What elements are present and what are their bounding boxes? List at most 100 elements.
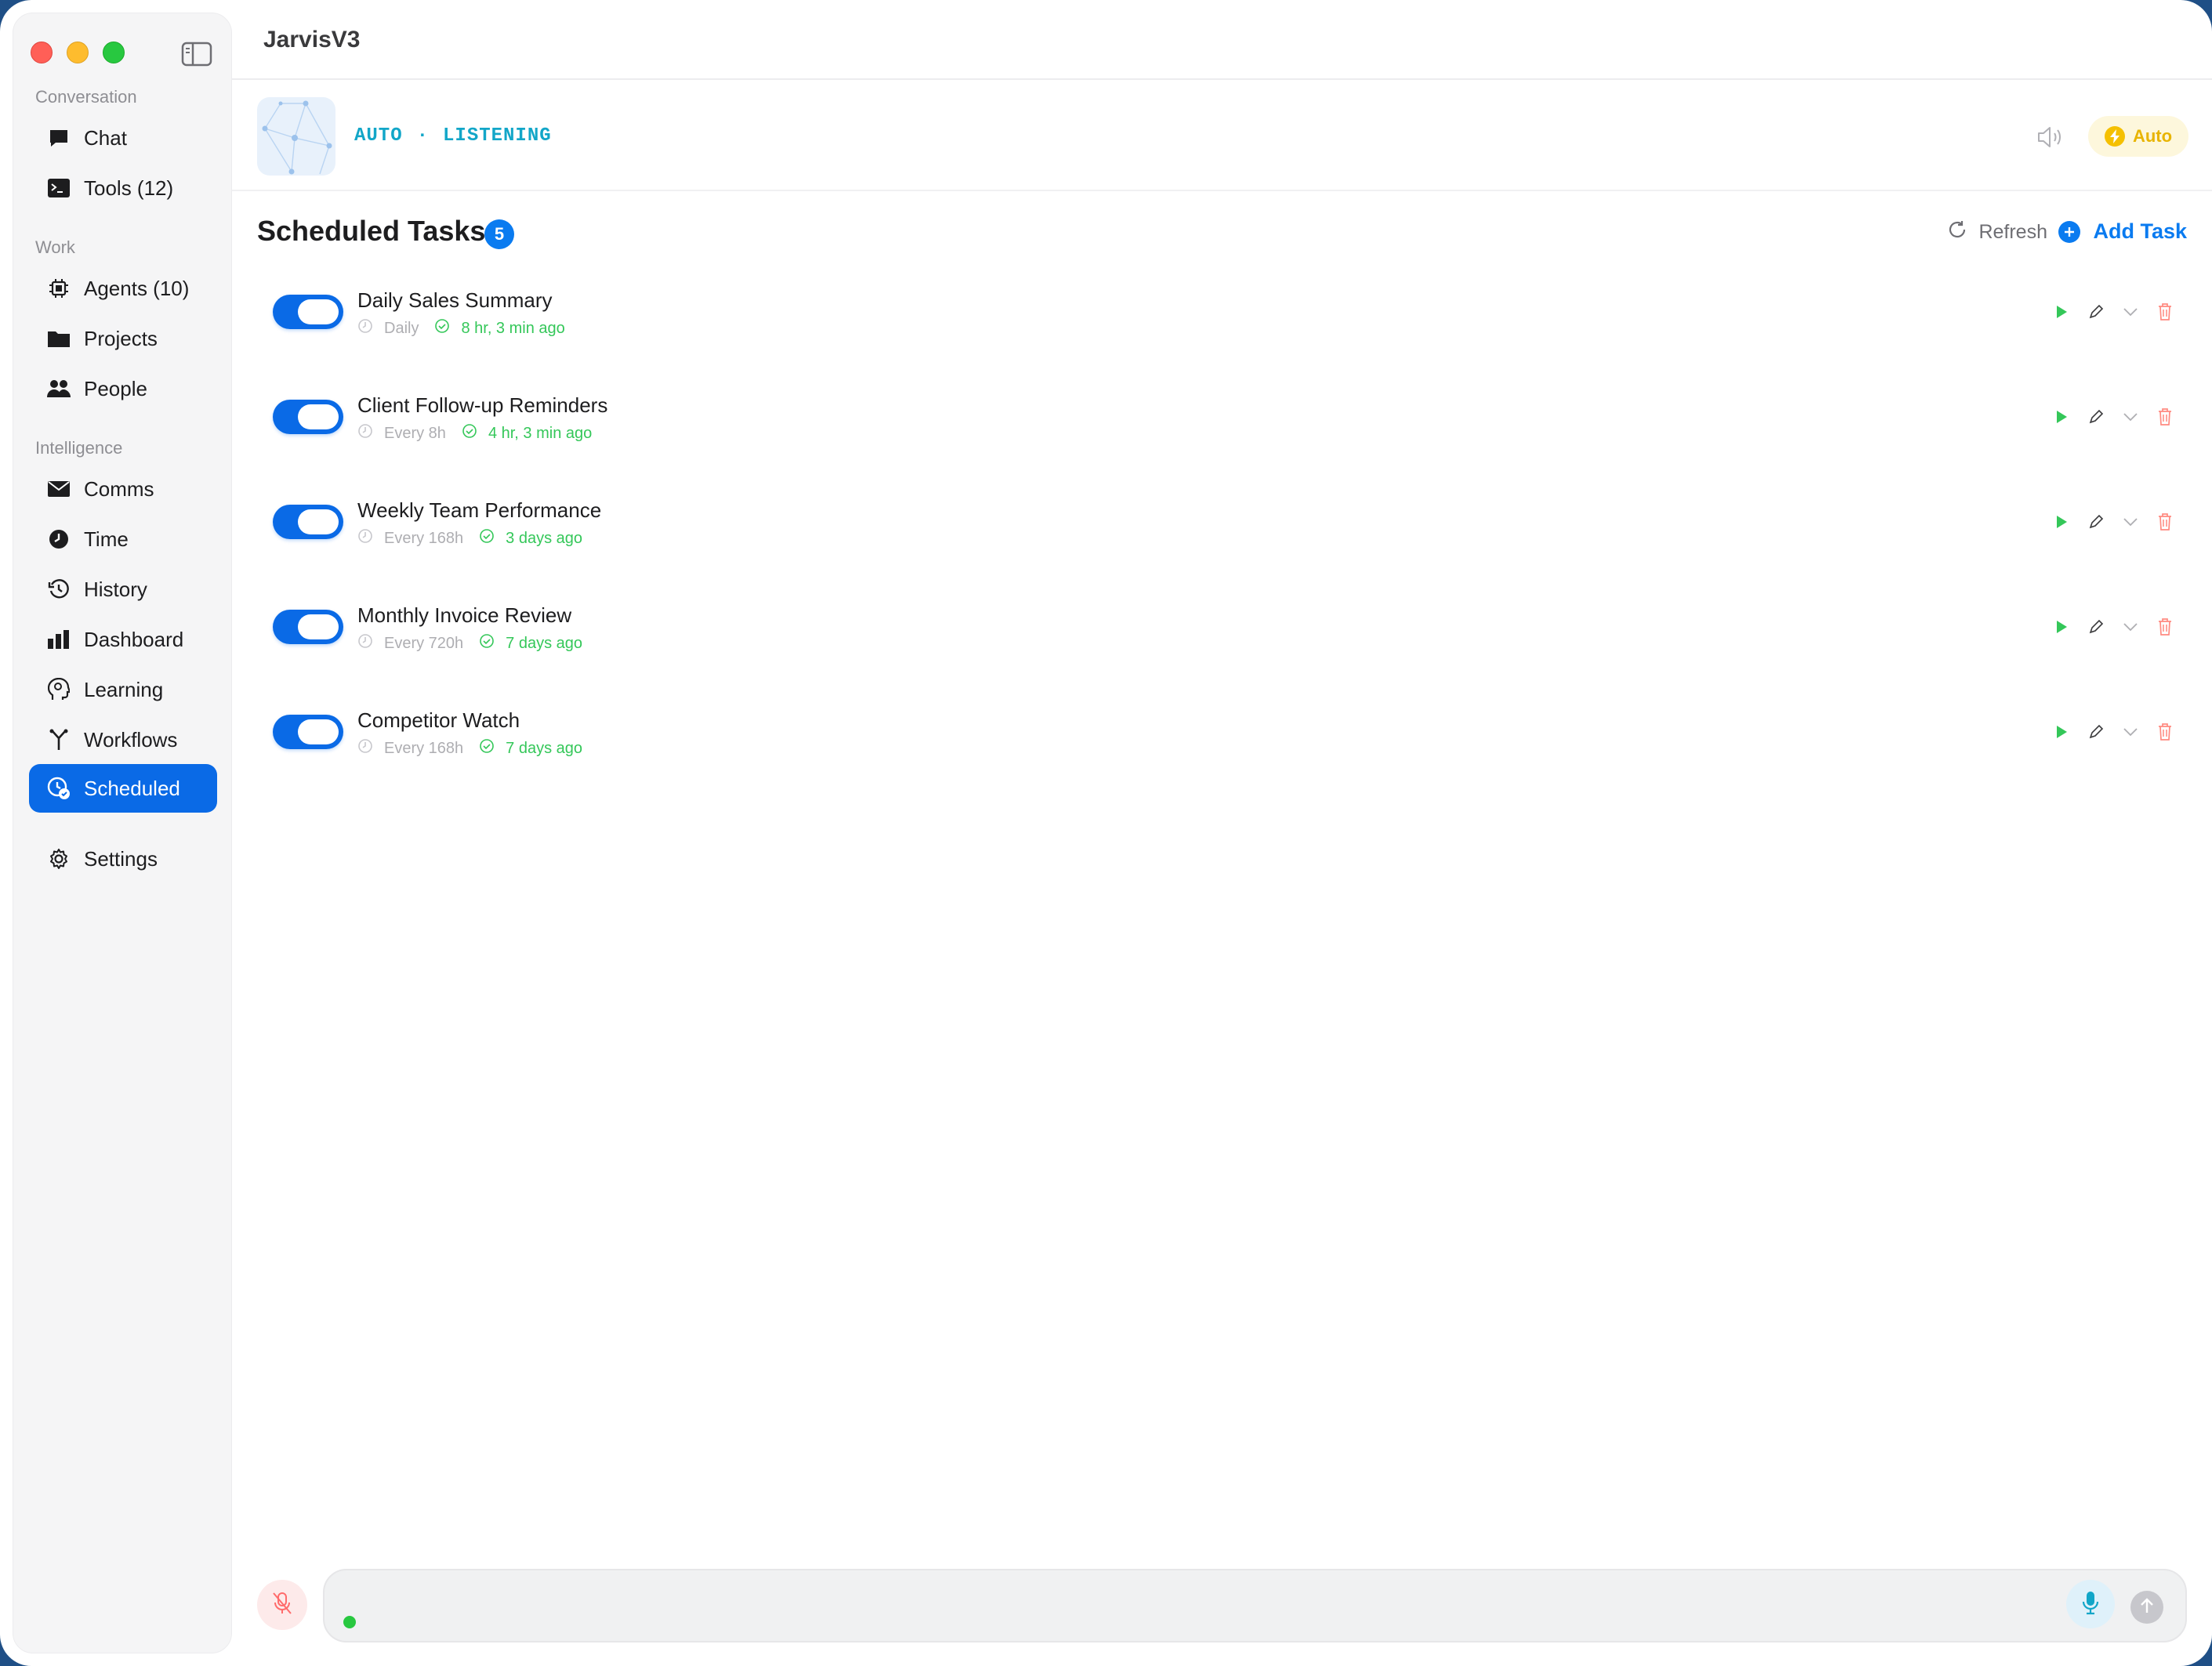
sidebar-item-workflows[interactable]: Workflows — [29, 715, 217, 764]
task-name: Daily Sales Summary — [357, 288, 553, 312]
task-meta: Every 720h 7 days ago — [357, 633, 582, 654]
sidebar-item-settings[interactable]: Settings — [29, 835, 217, 883]
sidebar-item-scheduled[interactable]: Scheduled — [29, 764, 217, 813]
assistant-avatar — [257, 97, 335, 176]
edit-pencil-icon[interactable] — [2088, 512, 2104, 531]
listening-label: LISTENING — [443, 125, 552, 147]
task-enabled-toggle[interactable] — [273, 295, 343, 329]
sidebar-item-tools[interactable]: Tools (12) — [29, 164, 217, 212]
task-frequency: Every 720h — [384, 634, 464, 652]
task-last-run: 4 hr, 3 min ago — [488, 424, 593, 442]
people-icon — [46, 376, 71, 401]
titlebar: JarvisV3 — [232, 0, 2212, 80]
chevron-down-icon[interactable] — [2123, 723, 2138, 741]
task-last-run: 7 days ago — [506, 634, 583, 652]
minimize-window-button[interactable] — [67, 42, 89, 63]
trash-icon[interactable] — [2157, 512, 2173, 531]
task-meta: Daily 8 hr, 3 min ago — [357, 318, 565, 339]
sidebar-item-learning[interactable]: Learning — [29, 665, 217, 714]
task-frequency: Daily — [384, 319, 419, 337]
gear-icon — [46, 846, 71, 871]
trash-icon[interactable] — [2157, 302, 2173, 321]
sidebar-item-time[interactable]: Time — [29, 515, 217, 563]
folder-icon — [46, 326, 71, 351]
sidebar-item-label: Learning — [84, 677, 164, 701]
mute-microphone-button[interactable] — [257, 1580, 307, 1630]
message-input[interactable] — [356, 1586, 2049, 1628]
arrow-up-icon — [2139, 1597, 2155, 1618]
chat-bubble-icon — [46, 125, 71, 150]
trash-icon[interactable] — [2157, 618, 2173, 636]
sidebar-item-people[interactable]: People — [29, 364, 217, 413]
chevron-down-icon[interactable] — [2123, 512, 2138, 531]
section-label-work: Work — [35, 237, 75, 257]
lightning-icon — [2104, 126, 2125, 147]
sidebar-item-projects[interactable]: Projects — [29, 314, 217, 363]
sidebar-item-chat[interactable]: Chat — [29, 114, 217, 162]
sidebar-toggle-icon[interactable] — [181, 42, 212, 67]
task-actions — [2054, 723, 2173, 741]
chevron-down-icon[interactable] — [2123, 407, 2138, 426]
task-enabled-toggle[interactable] — [273, 715, 343, 749]
run-play-icon[interactable] — [2054, 723, 2069, 741]
history-icon — [46, 577, 71, 602]
edit-pencil-icon[interactable] — [2088, 407, 2104, 426]
plus-circle-icon — [2058, 220, 2081, 243]
task-enabled-toggle[interactable] — [273, 610, 343, 644]
clock-check-icon — [46, 776, 71, 801]
task-last-run: 8 hr, 3 min ago — [461, 319, 565, 337]
sidebar-item-comms[interactable]: Comms — [29, 465, 217, 513]
assistant-status-bar: AUTO · LISTENING Auto — [232, 81, 2212, 191]
close-window-button[interactable] — [31, 42, 53, 63]
sidebar-item-dashboard[interactable]: Dashboard — [29, 615, 217, 664]
chevron-down-icon[interactable] — [2123, 302, 2138, 321]
sidebar-item-history[interactable]: History — [29, 565, 217, 614]
task-row: Weekly Team Performance Every 168h 3 day… — [232, 481, 2212, 567]
sidebar-item-label: Time — [84, 527, 129, 551]
run-play-icon[interactable] — [2054, 302, 2069, 321]
mic-off-icon — [272, 1592, 292, 1619]
task-enabled-toggle[interactable] — [273, 400, 343, 434]
task-count-badge: 5 — [484, 219, 514, 249]
sidebar-item-label: Chat — [84, 125, 127, 150]
task-actions — [2054, 512, 2173, 531]
sidebar-item-label: Comms — [84, 476, 154, 501]
task-enabled-toggle[interactable] — [273, 505, 343, 539]
refresh-label: Refresh — [1978, 221, 2047, 243]
task-frequency: Every 168h — [384, 739, 464, 757]
chevron-down-icon[interactable] — [2123, 618, 2138, 636]
cpu-chip-icon — [46, 276, 71, 301]
voice-input-button[interactable] — [2066, 1580, 2115, 1628]
edit-pencil-icon[interactable] — [2088, 302, 2104, 321]
task-row: Competitor Watch Every 168h 7 days ago — [232, 691, 2212, 777]
task-row: Client Follow-up Reminders Every 8h 4 hr… — [232, 376, 2212, 462]
connection-status-dot — [343, 1616, 356, 1628]
run-play-icon[interactable] — [2054, 407, 2069, 426]
speaker-icon[interactable] — [2036, 125, 2065, 149]
edit-pencil-icon[interactable] — [2088, 723, 2104, 741]
check-circle-icon — [479, 738, 495, 759]
refresh-button[interactable]: Refresh — [1947, 219, 2047, 245]
brain-head-icon — [46, 677, 71, 702]
clock-icon — [357, 633, 373, 654]
check-circle-icon — [434, 318, 450, 339]
add-task-button[interactable]: Add Task — [2058, 219, 2187, 244]
task-actions — [2054, 618, 2173, 636]
send-button[interactable] — [2130, 1591, 2163, 1624]
maximize-window-button[interactable] — [103, 42, 125, 63]
trash-icon[interactable] — [2157, 407, 2173, 426]
task-actions — [2054, 407, 2173, 426]
trash-icon[interactable] — [2157, 723, 2173, 741]
window-controls — [31, 42, 125, 63]
task-actions — [2054, 302, 2173, 321]
edit-pencil-icon[interactable] — [2088, 618, 2104, 636]
message-composer — [323, 1569, 2187, 1642]
task-meta: Every 168h 7 days ago — [357, 738, 582, 759]
task-name: Monthly Invoice Review — [357, 603, 572, 627]
run-play-icon[interactable] — [2054, 618, 2069, 636]
run-play-icon[interactable] — [2054, 512, 2069, 531]
auto-mode-button[interactable]: Auto — [2088, 116, 2188, 157]
sidebar-item-agents[interactable]: Agents (10) — [29, 264, 217, 313]
sidebar-item-label: Settings — [84, 846, 158, 871]
page-header: Scheduled Tasks 5 Refresh Add Task — [232, 212, 2212, 259]
